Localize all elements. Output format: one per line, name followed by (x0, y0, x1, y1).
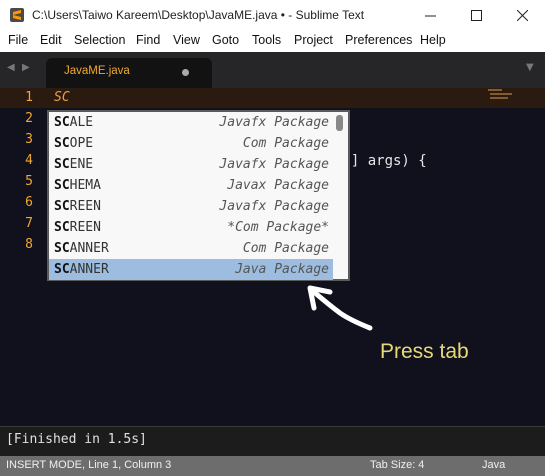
autocomplete-list: SCALE Javafx Package SCOPE Com Package S… (49, 112, 348, 280)
autocomplete-item[interactable]: SCANNER Com Package (49, 238, 333, 259)
title-bar: C:\Users\Taiwo Kareem\Desktop\JavaME.jav… (0, 0, 545, 30)
autocomplete-item-type: *Com Package* (227, 220, 329, 235)
window-title: C:\Users\Taiwo Kareem\Desktop\JavaME.jav… (32, 8, 365, 22)
autocomplete-item-type: Java Package (235, 262, 329, 277)
minimize-icon (424, 15, 436, 16)
menu-preferences[interactable]: Preferences (345, 33, 412, 47)
autocomplete-item-name: SCREEN (54, 199, 101, 214)
sublime-window: C:\Users\Taiwo Kareem\Desktop\JavaME.jav… (0, 0, 545, 476)
autocomplete-popup[interactable]: SCALE Javafx Package SCOPE Com Package S… (47, 110, 350, 281)
status-bar: INSERT MODE, Line 1, Column 3 Tab Size: … (0, 456, 545, 476)
menu-project[interactable]: Project (294, 33, 333, 47)
status-tab-size[interactable]: Tab Size: 4 (370, 459, 424, 471)
menu-file[interactable]: File (8, 33, 28, 47)
autocomplete-item-type: Com Package (242, 136, 329, 151)
autocomplete-item[interactable]: SCREEN *Com Package* (49, 217, 333, 238)
menu-tools[interactable]: Tools (252, 33, 281, 47)
autocomplete-item-type: Javafx Package (219, 115, 329, 130)
menu-find[interactable]: Find (136, 33, 160, 47)
close-icon (516, 9, 528, 21)
minimap[interactable] (486, 88, 516, 102)
annotation-text: Press tab (380, 340, 469, 363)
autocomplete-item-name: SCHEMA (54, 178, 101, 193)
menu-help[interactable]: Help (420, 33, 446, 47)
output-panel[interactable]: [Finished in 1.5s] (0, 426, 545, 457)
autocomplete-item-type: Javax Package (227, 178, 329, 193)
autocomplete-item[interactable]: SCALE Javafx Package (49, 112, 333, 133)
menu-bar: File Edit Selection Find View Goto Tools… (0, 30, 545, 52)
autocomplete-item[interactable]: SCHEMA Javax Package (49, 175, 333, 196)
build-output-text: [Finished in 1.5s] (6, 432, 147, 447)
maximize-icon (470, 9, 482, 21)
sublime-app-icon (10, 8, 24, 22)
minimize-button[interactable] (407, 0, 453, 30)
autocomplete-item-name: SCANNER (54, 262, 109, 277)
tab-overflow-icon[interactable]: ▼ (526, 62, 534, 73)
autocomplete-item-type: Javafx Package (219, 199, 329, 214)
line-number: 8 (25, 237, 33, 252)
line-number: 3 (25, 132, 33, 147)
arrow-icon (307, 285, 373, 331)
autocomplete-item-name: SCANNER (54, 241, 109, 256)
line-number: 2 (25, 111, 33, 126)
autocomplete-item-name: SCENE (54, 157, 94, 172)
menu-goto[interactable]: Goto (212, 33, 239, 47)
autocomplete-item-type: Javafx Package (219, 157, 329, 172)
menu-edit[interactable]: Edit (40, 33, 62, 47)
autocomplete-item-selected[interactable]: SCANNER Java Package (49, 259, 333, 280)
maximize-button[interactable] (453, 0, 499, 30)
autocomplete-scrollbar[interactable] (335, 114, 345, 277)
tab-label: JavaME.java (64, 65, 130, 77)
tab-nav-right-icon[interactable]: ▶ (22, 62, 30, 73)
autocomplete-item[interactable]: SCOPE Com Package (49, 133, 333, 154)
autocomplete-item-name: SCREEN (54, 220, 101, 235)
code-line-1[interactable]: SC (54, 90, 70, 105)
status-mode: INSERT MODE, Line 1, Column 3 (6, 459, 172, 471)
menu-view[interactable]: View (173, 33, 200, 47)
autocomplete-item[interactable]: SCENE Javafx Package (49, 154, 333, 175)
autocomplete-item-name: SCALE (54, 115, 94, 130)
scrollbar-thumb[interactable] (336, 115, 343, 131)
tab-nav-left-icon[interactable]: ◀ (7, 62, 15, 73)
current-line-highlight (0, 88, 545, 108)
tab-bar: ◀ ▶ JavaME.java ▼ (0, 52, 545, 88)
line-number: 6 (25, 195, 33, 210)
menu-selection[interactable]: Selection (74, 33, 125, 47)
line-number: 7 (25, 216, 33, 231)
autocomplete-item[interactable]: SCREEN Javafx Package (49, 196, 333, 217)
close-button[interactable] (499, 0, 545, 30)
status-syntax[interactable]: Java (482, 459, 505, 471)
line-number: 5 (25, 174, 33, 189)
unsaved-dot-icon[interactable] (182, 69, 189, 76)
autocomplete-item-name: SCOPE (54, 136, 94, 151)
line-number: 4 (25, 153, 33, 168)
line-number: 1 (25, 90, 33, 105)
tab-javame-java[interactable]: JavaME.java (46, 58, 212, 88)
autocomplete-item-type: Com Package (242, 241, 329, 256)
